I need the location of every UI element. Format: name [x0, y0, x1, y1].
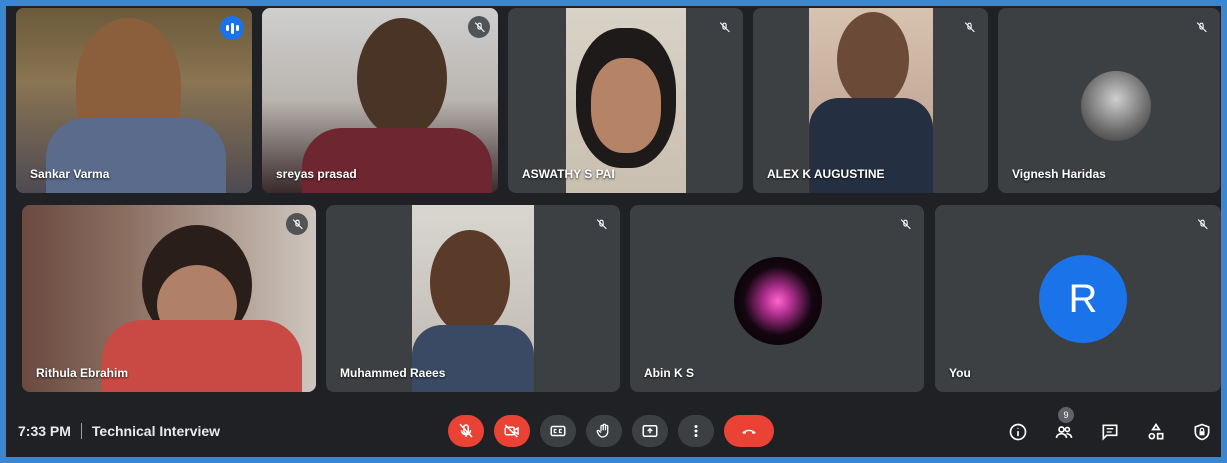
mic-off-icon	[459, 423, 473, 438]
more-options-button[interactable]	[678, 415, 714, 447]
participant-tile-aswathy[interactable]: ASWATHY S PAI	[508, 8, 743, 193]
info-icon	[1009, 423, 1027, 441]
participant-video	[22, 205, 316, 392]
avatar	[734, 257, 822, 345]
participant-tile-sankar[interactable]: Sankar Varma	[16, 8, 252, 193]
mic-off-icon	[958, 16, 980, 38]
avatar	[1081, 71, 1151, 141]
speaking-indicator-icon	[220, 16, 244, 40]
participant-video	[809, 8, 933, 193]
people-button[interactable]: 9	[1047, 407, 1081, 449]
participant-name: Abin K S	[644, 366, 694, 380]
mic-off-icon	[286, 213, 308, 235]
meeting-side-controls: 9	[1001, 407, 1219, 449]
participant-name: You	[949, 366, 971, 380]
meeting-title: Technical Interview	[91, 423, 221, 439]
divider	[80, 423, 82, 439]
participant-tile-abin[interactable]: Abin K S	[630, 205, 924, 392]
meeting-details-button[interactable]	[1001, 415, 1035, 449]
meet-window: Sankar Varma sreyas prasad ASWATHY S PAI…	[0, 0, 1227, 463]
call-controls	[448, 415, 774, 447]
activities-icon	[1148, 422, 1164, 440]
participant-tile-muhammed[interactable]: Muhammed Raees	[326, 205, 620, 392]
microphone-toggle-button[interactable]	[448, 415, 484, 447]
participant-video	[412, 205, 534, 392]
mic-off-icon	[590, 213, 612, 235]
present-icon	[642, 425, 658, 437]
participant-video	[566, 8, 686, 193]
hand-icon	[596, 423, 609, 438]
participant-tile-you[interactable]: R You	[935, 205, 1221, 392]
people-icon	[1055, 426, 1073, 438]
leave-call-button[interactable]	[724, 415, 774, 447]
participant-name: Rithula Ebrahim	[36, 366, 129, 380]
chat-button[interactable]	[1093, 415, 1127, 449]
host-controls-button[interactable]	[1185, 415, 1219, 449]
participant-video	[262, 8, 498, 193]
mic-off-icon	[468, 16, 490, 38]
participant-tile-rithula[interactable]: Rithula Ebrahim	[22, 205, 316, 392]
participant-name: Muhammed Raees	[340, 366, 446, 380]
avatar: R	[1039, 255, 1127, 343]
participant-name: Vignesh Haridas	[1012, 167, 1106, 181]
participant-tile-sreyas[interactable]: sreyas prasad	[262, 8, 498, 193]
mic-off-icon	[1191, 213, 1213, 235]
hang-up-icon	[742, 429, 756, 434]
closed-captions-icon	[550, 425, 566, 437]
meeting-toolbar: 7:33 PM Technical Interview 9	[0, 399, 1227, 463]
mic-off-icon	[1190, 16, 1212, 38]
mic-off-icon	[713, 16, 735, 38]
participant-name: ALEX K AUGUSTINE	[767, 167, 885, 181]
meeting-details: 7:33 PM Technical Interview	[18, 405, 220, 457]
camera-toggle-button[interactable]	[494, 415, 530, 447]
mic-off-icon	[894, 213, 916, 235]
participant-video	[16, 8, 252, 193]
participant-tile-vignesh[interactable]: Vignesh Haridas	[998, 8, 1220, 193]
participant-name: ASWATHY S PAI	[522, 167, 615, 181]
chat-icon	[1102, 424, 1118, 441]
captions-button[interactable]	[540, 415, 576, 447]
participant-name: Sankar Varma	[30, 167, 110, 181]
people-count-badge: 9	[1058, 407, 1074, 423]
meeting-time: 7:33 PM	[18, 423, 71, 439]
camera-off-icon	[504, 424, 519, 438]
activities-button[interactable]	[1139, 415, 1173, 449]
present-screen-button[interactable]	[632, 415, 668, 447]
shield-lock-icon	[1194, 423, 1210, 441]
participant-tile-alex[interactable]: ALEX K AUGUSTINE	[753, 8, 988, 193]
raise-hand-button[interactable]	[586, 415, 622, 447]
more-vert-icon	[694, 425, 698, 437]
participant-name: sreyas prasad	[276, 167, 357, 181]
